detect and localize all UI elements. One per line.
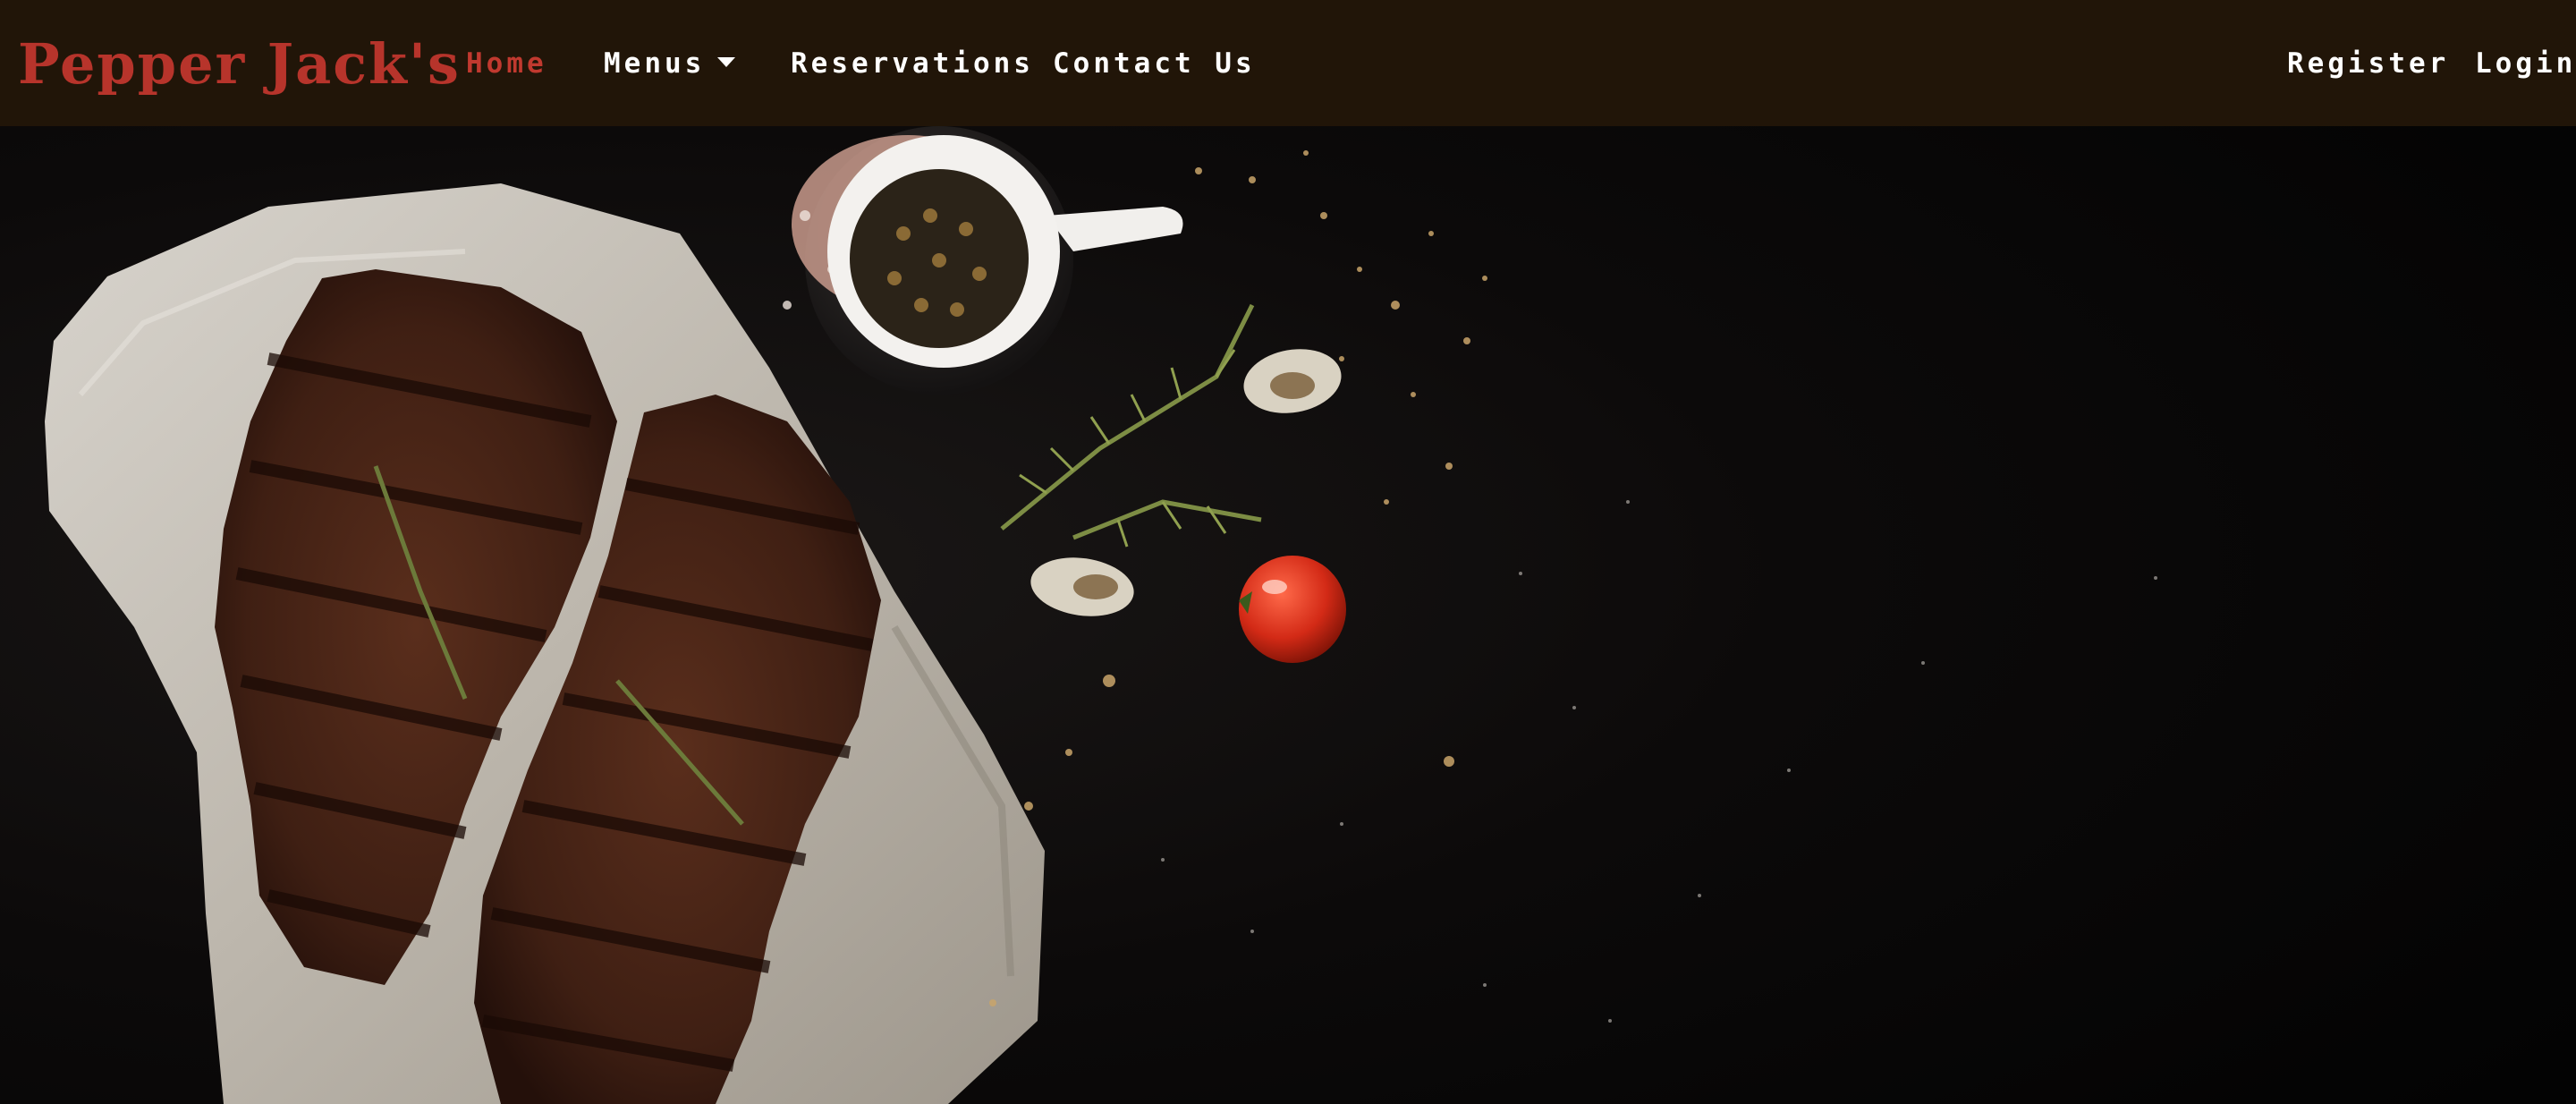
nav-contact-link[interactable]: Contact Us <box>1053 42 1256 85</box>
nav-menus-dropdown[interactable]: Menus <box>604 42 736 85</box>
nav-register-link[interactable]: Register <box>2287 42 2449 85</box>
hero-banner <box>0 126 2576 1104</box>
brand-logo[interactable]: Pepper Jack's <box>18 27 461 102</box>
nav-reservations-link[interactable]: Reservations <box>791 42 1034 85</box>
nav-menus-label: Menus <box>604 47 706 80</box>
nav-login-link[interactable]: Login <box>2475 42 2576 85</box>
nav-home-link[interactable]: Home <box>466 42 547 85</box>
cherry-tomato <box>1239 556 1346 663</box>
caret-down-icon <box>717 57 736 67</box>
hero-steak-image <box>0 126 2576 1104</box>
navbar: Pepper Jack's Home Menus Reservations Co… <box>0 0 2576 126</box>
